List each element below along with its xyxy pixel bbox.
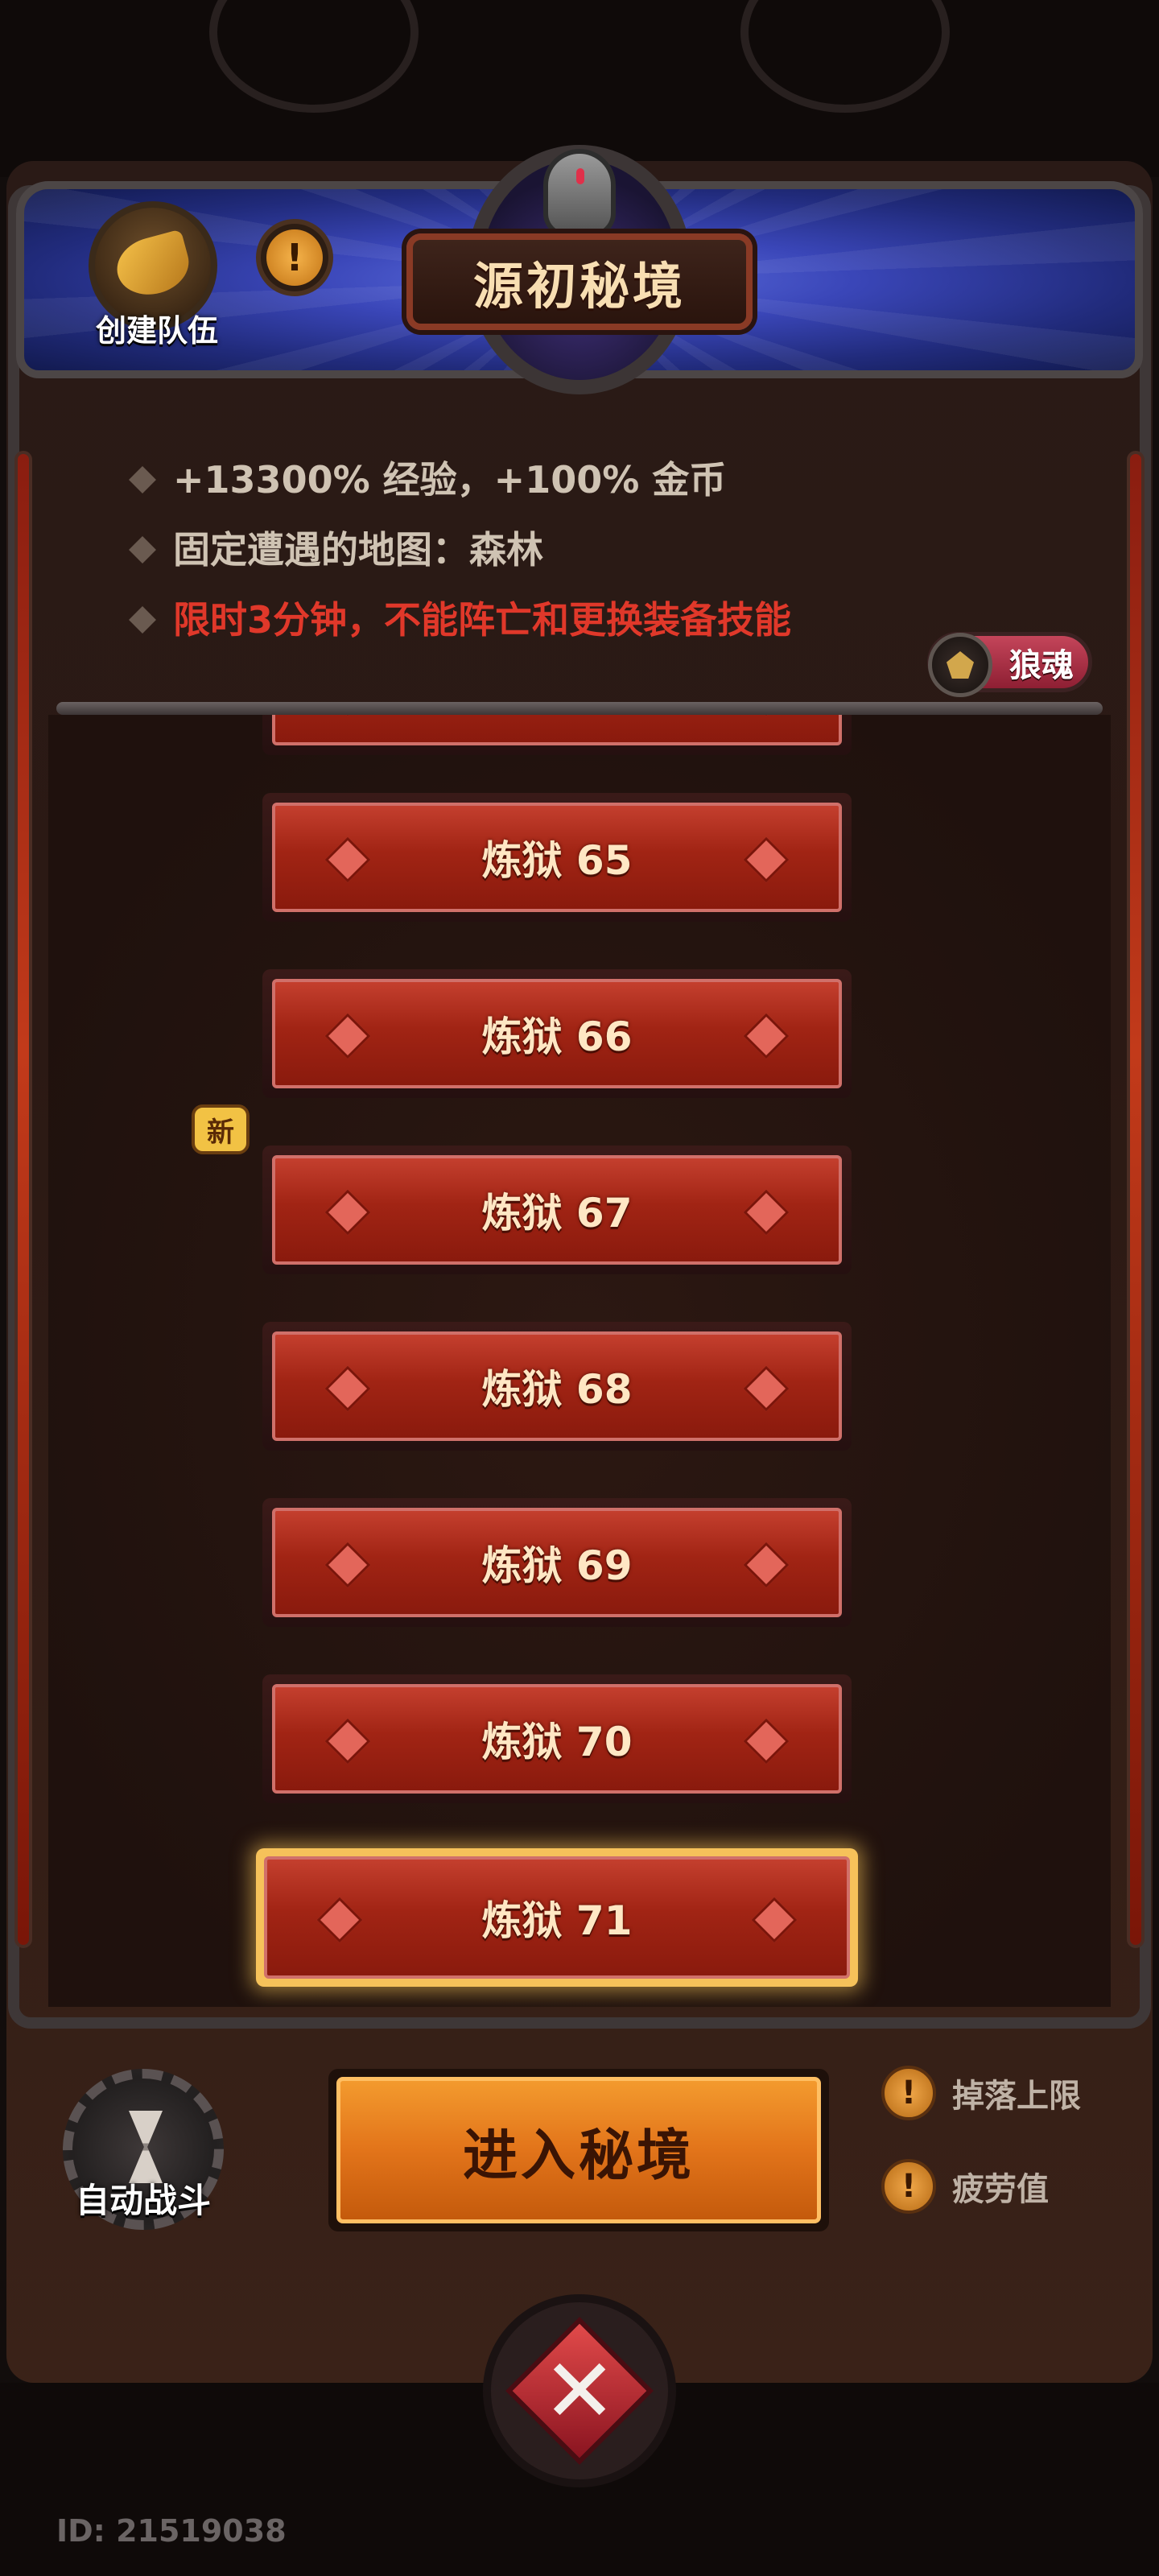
new-badge: 新: [192, 1104, 250, 1154]
wolf-soul-label: 狼魂: [1009, 646, 1074, 684]
exclamation-icon: !: [881, 2159, 936, 2214]
auto-battle-label: 自动战斗: [75, 2181, 211, 2220]
page-title: 源初秘境: [472, 257, 686, 316]
level-button-partial[interactable]: [262, 715, 852, 755]
create-team-label: 创建队伍: [95, 313, 218, 349]
bullet-icon: [129, 605, 156, 634]
enter-dungeon-label: 进入秘境: [462, 2124, 695, 2188]
info-button[interactable]: !: [256, 219, 333, 296]
exclamation-icon: !: [881, 2066, 936, 2120]
level-button-65[interactable]: 炼狱 65: [262, 793, 852, 922]
level-button-68[interactable]: 炼狱 68: [262, 1322, 852, 1451]
horn-icon: [110, 229, 196, 303]
divider: [56, 702, 1103, 715]
level-button-71[interactable]: 炼狱 71: [256, 1848, 858, 1987]
bullet-icon: [129, 535, 156, 564]
enter-dungeon-button[interactable]: 进入秘境: [328, 2069, 829, 2231]
wolf-head-icon: [928, 633, 992, 697]
info-line-limit: 限时3分钟，不能阵亡和更换装备技能: [129, 591, 791, 644]
bullet-icon: [129, 465, 156, 493]
left-rail: [14, 451, 32, 1948]
level-button-70[interactable]: 炼狱 70: [262, 1674, 852, 1803]
drop-limit-label: 掉落上限: [952, 2078, 1081, 2115]
level-button-69[interactable]: 炼狱 69: [262, 1498, 852, 1627]
info-line-map: 固定遭遇的地图：森林: [129, 521, 543, 574]
title-plate: 源初秘境: [406, 233, 753, 330]
level-list[interactable]: 炼狱 65 炼狱 66 炼狱 67 炼狱 68 炼狱 69 炼狱 70 炼狱 7…: [48, 715, 1111, 2007]
skull-icon: [543, 149, 616, 237]
fatigue-label: 疲劳值: [952, 2171, 1049, 2208]
close-button[interactable]: ✕: [483, 2294, 676, 2487]
level-button-66[interactable]: 炼狱 66: [262, 969, 852, 1098]
hourglass-icon: [129, 2111, 163, 2183]
drop-limit-link[interactable]: ! 掉落上限: [881, 2066, 1081, 2120]
close-x-icon: ✕: [542, 2339, 617, 2442]
info-line-exp: +13300% 经验，+100% 金币: [129, 451, 726, 504]
right-rail: [1127, 451, 1145, 1948]
exclamation-icon: !: [266, 229, 323, 286]
player-id: ID: 21519038: [56, 2513, 287, 2549]
level-button-67[interactable]: 炼狱 67: [262, 1146, 852, 1274]
fatigue-link[interactable]: ! 疲劳值: [881, 2159, 1049, 2214]
wolf-soul-badge[interactable]: 狼魂: [927, 632, 1092, 697]
